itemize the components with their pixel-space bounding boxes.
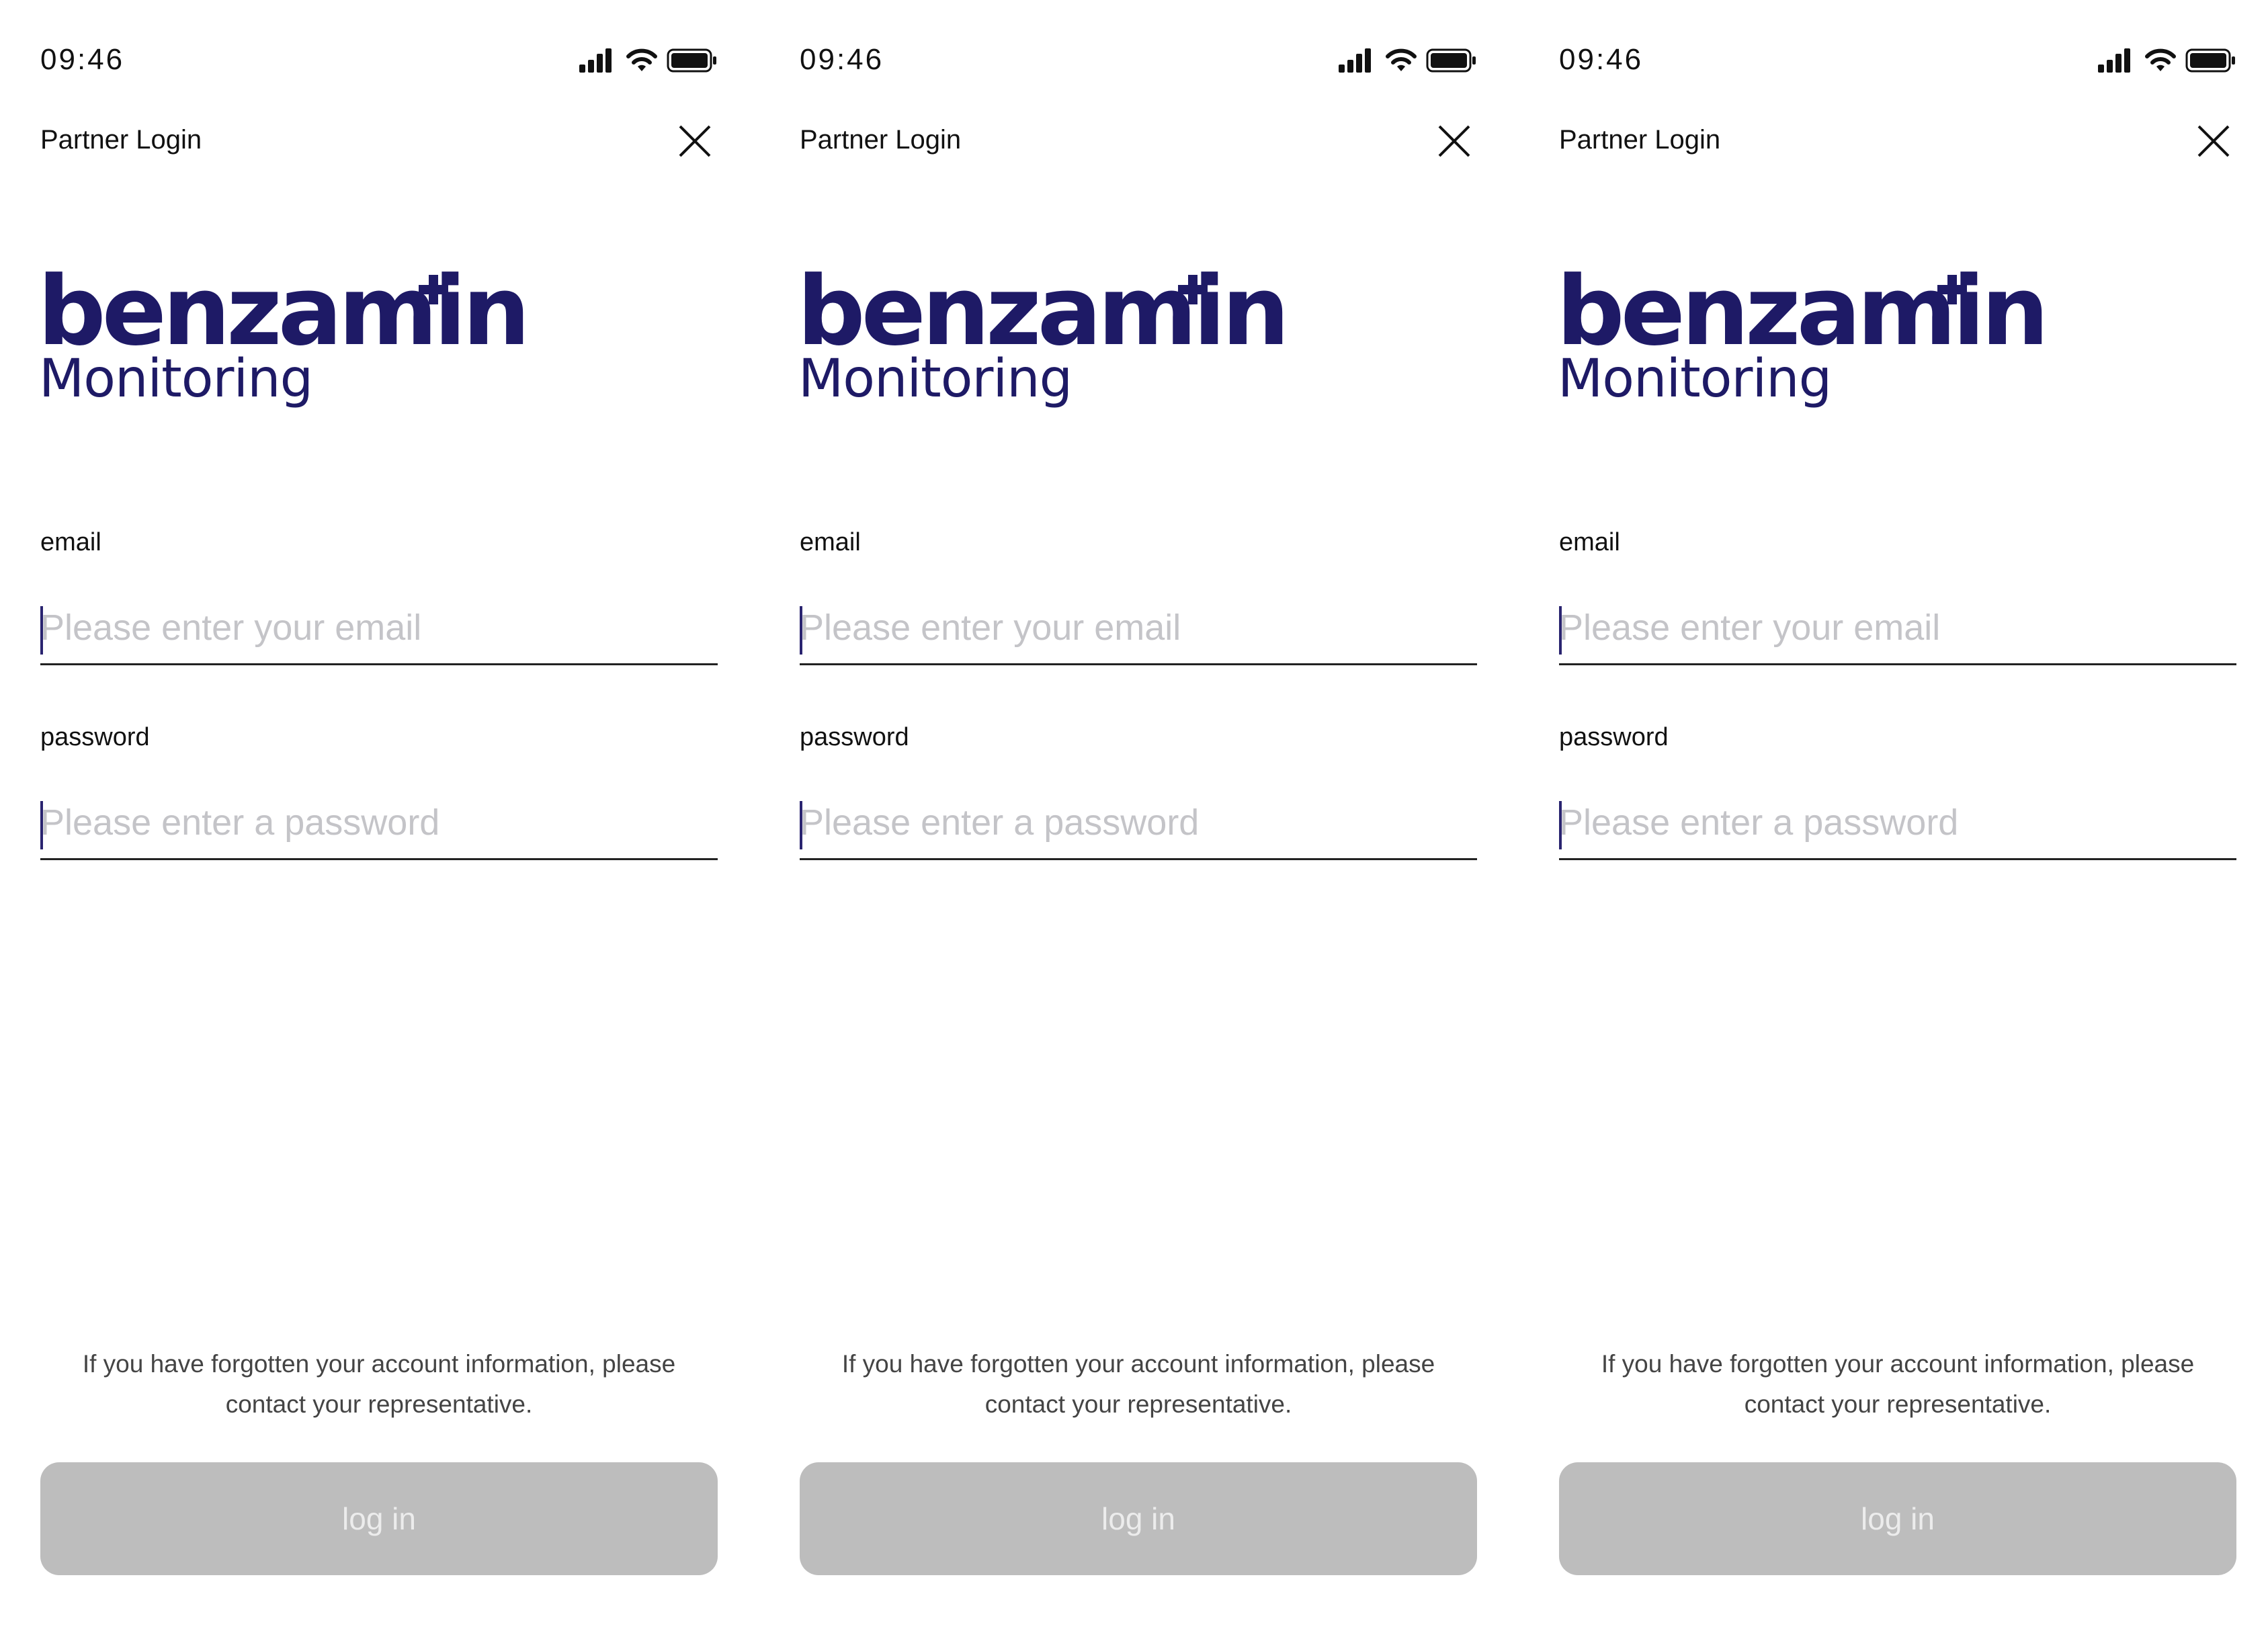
wifi-icon [1384, 47, 1418, 74]
brand-logo: benzamin Monitoring [1556, 264, 2049, 420]
logo-wordmark: benzamin [38, 256, 530, 367]
help-text: If you have forgotten your account infor… [82, 1350, 676, 1418]
wifi-icon [625, 47, 659, 74]
logo-subtitle: Monitoring [1558, 349, 1832, 409]
signal-icon [2098, 47, 2133, 74]
signal-icon [579, 47, 614, 74]
login-screen: 09:46 Partner Login benzamin Monitoring … [0, 0, 759, 1637]
password-field-wrapper [1559, 786, 2236, 860]
wifi-icon [2144, 47, 2177, 74]
email-field-wrapper [800, 591, 1477, 665]
password-field[interactable] [40, 798, 718, 847]
password-field-wrapper [40, 786, 718, 860]
brand-logo: benzamin Monitoring [797, 264, 1290, 420]
email-label: email [1559, 528, 1620, 556]
status-icons [579, 47, 720, 77]
logo-subtitle: Monitoring [39, 349, 313, 409]
logo-plus-icon [416, 272, 451, 307]
close-icon[interactable] [675, 121, 715, 161]
close-icon[interactable] [2193, 121, 2234, 161]
status-icons [2098, 47, 2239, 77]
password-field[interactable] [800, 798, 1477, 847]
login-button[interactable]: log in [40, 1462, 718, 1575]
status-icons [1339, 47, 1480, 77]
logo-subtitle: Monitoring [798, 349, 1073, 409]
password-label: password [40, 723, 150, 751]
close-icon[interactable] [1434, 121, 1474, 161]
email-field-wrapper [1559, 591, 2236, 665]
page-title: Partner Login [40, 125, 202, 155]
password-field[interactable] [1559, 798, 2236, 847]
login-screen: 09:46 Partner Login benzamin Monitoring … [759, 0, 1519, 1637]
status-time: 09:46 [800, 43, 884, 76]
status-time: 09:46 [1559, 43, 1644, 76]
login-button[interactable]: log in [1559, 1462, 2236, 1575]
email-label: email [800, 528, 861, 556]
page-title: Partner Login [1559, 125, 1721, 155]
help-text: If you have forgotten your account infor… [1601, 1350, 2195, 1418]
battery-icon [1426, 48, 1477, 73]
email-label: email [40, 528, 101, 556]
email-field-wrapper [40, 591, 718, 665]
email-field[interactable] [1559, 603, 2236, 652]
logo-wordmark: benzamin [797, 256, 1290, 367]
login-button[interactable]: log in [800, 1462, 1477, 1575]
brand-logo: benzamin Monitoring [38, 264, 530, 420]
battery-icon [2185, 48, 2236, 73]
password-field-wrapper [800, 786, 1477, 860]
login-screen: 09:46 Partner Login benzamin Monitoring … [1519, 0, 2268, 1637]
email-field[interactable] [800, 603, 1477, 652]
password-label: password [1559, 723, 1669, 751]
battery-icon [667, 48, 718, 73]
email-field[interactable] [40, 603, 718, 652]
help-text: If you have forgotten your account infor… [841, 1350, 1435, 1418]
logo-plus-icon [1935, 272, 1970, 307]
logo-plus-icon [1175, 272, 1210, 307]
password-label: password [800, 723, 909, 751]
page-title: Partner Login [800, 125, 962, 155]
signal-icon [1339, 47, 1374, 74]
logo-wordmark: benzamin [1556, 256, 2049, 367]
status-time: 09:46 [40, 43, 125, 76]
